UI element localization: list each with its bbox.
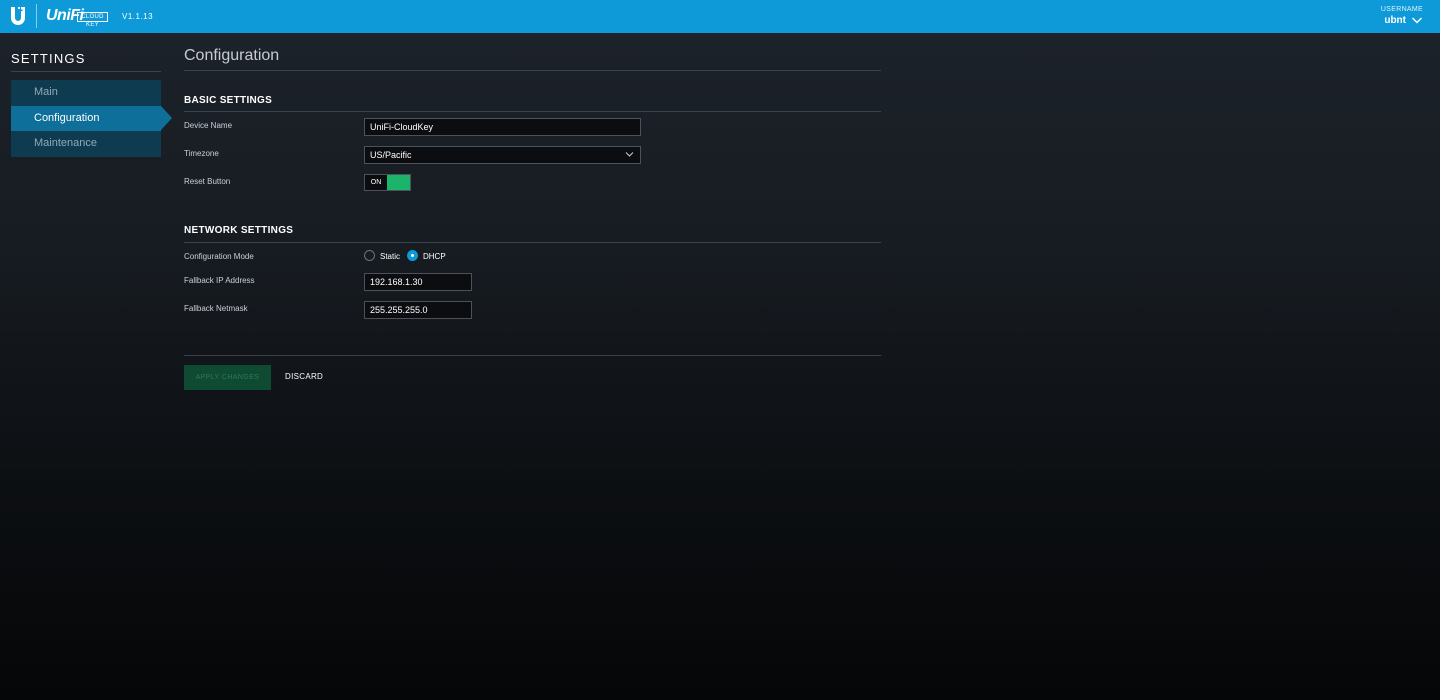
username-caption: USERNAME (1380, 6, 1423, 13)
actions-divider (184, 355, 881, 356)
page-title: Configuration (184, 47, 280, 64)
timezone-selected-value: US/Pacific (370, 150, 412, 160)
network-settings-divider (184, 242, 881, 243)
apply-changes-button[interactable]: APPLY CHANGES (184, 365, 271, 390)
title-divider (184, 70, 881, 71)
sidebar-item-configuration[interactable]: Configuration (11, 105, 172, 131)
version-label: V1.1.13 (122, 12, 154, 21)
device-name-label: Device Name (184, 121, 233, 130)
radio-static[interactable] (364, 250, 375, 261)
sidebar-item-maintenance[interactable]: Maintenance (11, 131, 161, 157)
reset-button-toggle[interactable]: ON (364, 174, 411, 191)
logo-separator (36, 4, 37, 28)
brand-badge: CLOUD KEY (77, 12, 108, 28)
fallback-netmask-input[interactable] (364, 301, 472, 319)
basic-settings-heading: BASIC SETTINGS (184, 95, 273, 106)
chevron-down-icon (625, 152, 634, 157)
fallback-netmask-label: Fallback Netmask (184, 304, 248, 313)
sidebar-divider (11, 71, 161, 72)
top-bar: UniFi CLOUD KEY V1.1.13 USERNAME ubnt (0, 0, 1440, 33)
radio-dhcp[interactable] (407, 250, 418, 261)
network-settings-heading: NETWORK SETTINGS (184, 225, 294, 236)
toggle-state-label: ON (370, 179, 382, 186)
timezone-label: Timezone (184, 149, 219, 158)
radio-static-label[interactable]: Static (380, 252, 400, 261)
sidebar-title: SETTINGS (11, 51, 86, 66)
username-label[interactable]: ubnt (1384, 15, 1406, 26)
fallback-ip-label: Fallback IP Address (184, 276, 255, 285)
timezone-select[interactable]: US/Pacific (364, 146, 641, 164)
reset-button-label: Reset Button (184, 177, 231, 186)
basic-settings-divider (184, 111, 881, 112)
sidebar-nav: Main Configuration Maintenance (11, 80, 172, 157)
chevron-down-icon[interactable] (1411, 16, 1423, 25)
ubiquiti-logo-icon[interactable] (9, 6, 27, 26)
device-name-input[interactable] (364, 118, 641, 136)
sidebar-item-main[interactable]: Main (11, 80, 161, 106)
toggle-knob (387, 175, 410, 190)
configuration-mode-label: Configuration Mode (184, 252, 254, 261)
radio-dhcp-label[interactable]: DHCP (423, 252, 446, 261)
fallback-ip-input[interactable] (364, 273, 472, 291)
discard-button[interactable]: DISCARD (285, 372, 323, 381)
